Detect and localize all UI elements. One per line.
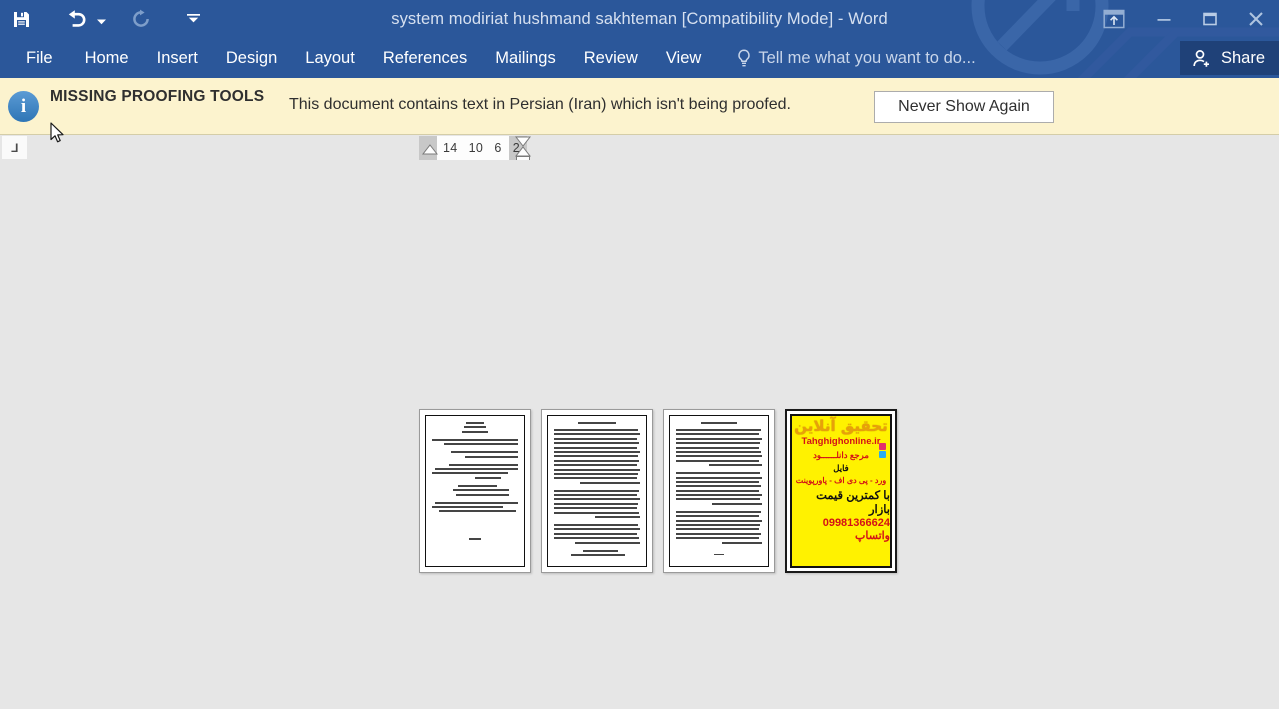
restore-icon [1203,12,1217,26]
never-show-again-label: Never Show Again [898,98,1030,115]
tab-design[interactable]: Design [212,38,291,78]
tab-insert[interactable]: Insert [143,38,212,78]
minimize-button[interactable] [1141,1,1187,37]
share-label: Share [1220,48,1265,67]
telegram-icon [879,451,886,458]
left-tab-stop-icon: L [10,140,19,155]
tab-references[interactable]: References [369,38,481,78]
ruler-tick-10: 10 [468,141,484,155]
document-page-2[interactable] [541,409,653,573]
notification-message: This document contains text in Persian (… [289,96,791,113]
document-page-1[interactable] [419,409,531,573]
close-icon [1249,12,1263,26]
ad-line-3: مرجع دانلــــــود [813,450,869,460]
undo-dropdown-button[interactable] [94,3,108,35]
tab-mailings-label: Mailings [495,48,556,67]
tell-me-label: Tell me what you want to do... [758,48,976,67]
tab-insert-label: Insert [156,48,198,67]
info-icon: i [8,91,39,122]
undo-icon [68,10,86,27]
page-1-content [425,415,525,567]
ruler-tick-14: 14 [443,141,458,155]
tab-file-label: File [26,48,53,67]
minimize-icon [1157,19,1171,21]
ad-line-6: با کمترین قیمت بازار [816,490,890,516]
ad-line-7-phone: 09981366624 واتساپ [822,517,890,542]
page-thumbnails: تحقیق آنلاین Tahghighonline.ir مرجع دانل… [419,409,897,573]
ad-line-5: ورد - پی دی اف - پاورپوینت [795,476,887,485]
page-2-content [547,415,647,567]
info-icon-glyph: i [20,95,27,117]
save-icon [13,11,29,27]
ribbon-display-icon [1103,9,1125,29]
notification-title: MISSING PROOFING TOOLS [50,88,265,105]
ribbon-tab-bar: File Home Insert Design Layout Reference… [0,38,1279,78]
title-bar: system modiriat hushmand sakhteman [Comp… [0,0,1279,38]
tab-file[interactable]: File [0,38,71,78]
quick-access-toolbar [0,0,200,38]
tab-stop-selector[interactable]: L [2,136,27,159]
word-application-window: system modiriat hushmand sakhteman [Comp… [0,0,1279,709]
close-button[interactable] [1233,1,1279,37]
tab-home[interactable]: Home [71,38,143,78]
ad-line-2-website: Tahghighonline.ir [801,436,881,447]
tab-layout-label: Layout [305,48,355,67]
ribbon-tabs: File Home Insert Design Layout Reference… [0,38,976,78]
ribbon-display-options-button[interactable] [1087,1,1141,37]
instagram-icon [879,443,886,450]
redo-button [124,3,158,35]
document-canvas[interactable]: تحقیق آنلاین Tahghighonline.ir مرجع دانل… [0,160,1279,709]
ad-social-icons [879,443,886,458]
person-add-icon [1193,49,1209,67]
page-3-content [669,415,769,567]
never-show-again-button[interactable]: Never Show Again [874,91,1054,123]
ad-line-4: فایل [833,463,849,473]
undo-button[interactable] [60,3,94,35]
customize-qat-icon [186,14,200,23]
lightbulb-icon [738,49,750,66]
redo-icon [133,9,149,27]
window-controls [1087,0,1279,38]
tab-view[interactable]: View [652,38,715,78]
tab-references-label: References [382,48,468,67]
tab-view-label: View [665,48,702,67]
save-button[interactable] [4,3,38,35]
tab-review[interactable]: Review [570,38,652,78]
document-page-4[interactable]: تحقیق آنلاین Tahghighonline.ir مرجع دانل… [785,409,897,573]
tab-design-label: Design [225,48,278,67]
page-4-advertisement: تحقیق آنلاین Tahghighonline.ir مرجع دانل… [790,414,892,568]
document-page-3[interactable] [663,409,775,573]
tell-me-search[interactable]: Tell me what you want to do... [737,48,976,68]
customize-qat-button[interactable] [186,3,200,35]
tab-review-label: Review [583,48,638,67]
document-title-text: system modiriat hushmand sakhteman [Comp… [391,9,888,28]
share-button[interactable]: Share [1179,41,1279,75]
tab-home-label: Home [84,48,129,67]
ruler-tick-labels: 14 10 6 2 [437,136,523,160]
ad-line-1: تحقیق آنلاین [794,417,888,435]
chevron-down-icon [96,19,106,25]
ruler-tick-6: 6 [494,141,502,155]
restore-button[interactable] [1187,1,1233,37]
tab-layout[interactable]: Layout [291,38,369,78]
tab-mailings[interactable]: Mailings [481,38,570,78]
